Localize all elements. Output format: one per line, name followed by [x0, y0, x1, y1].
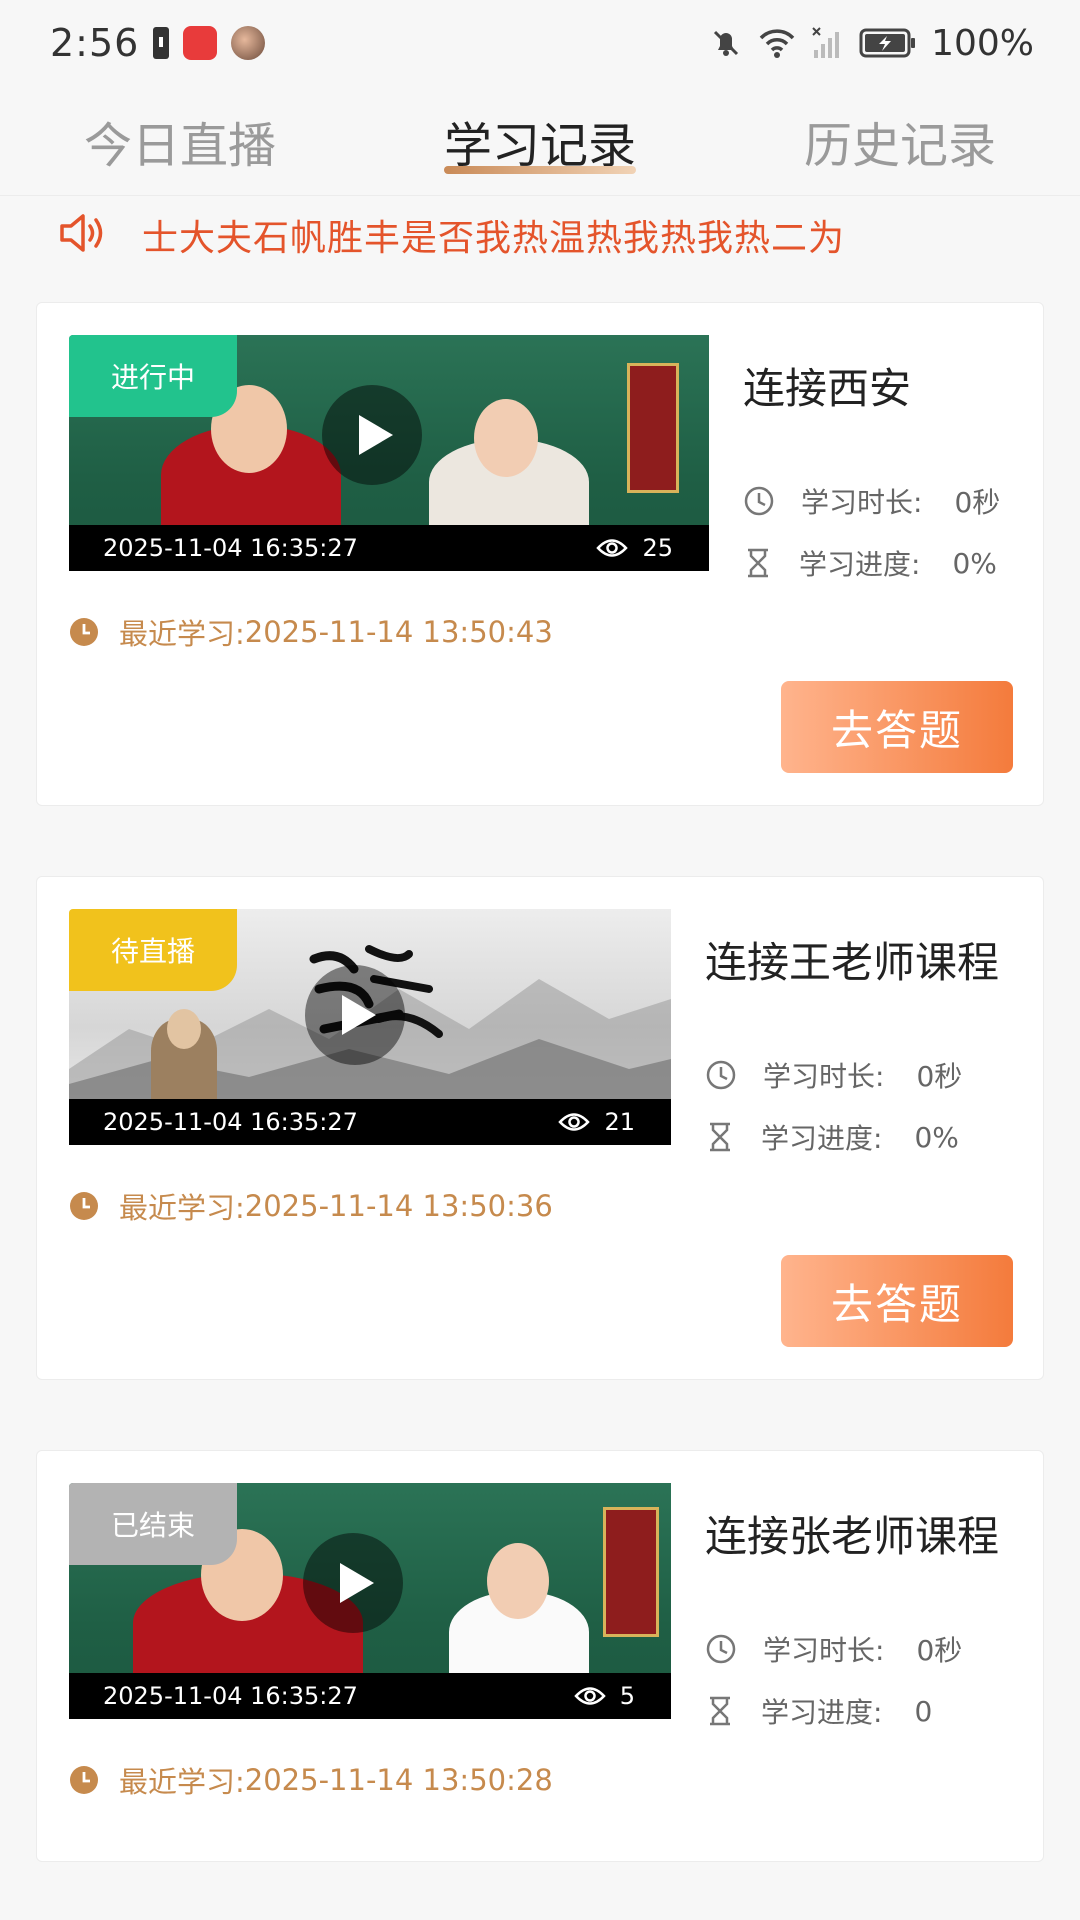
progress-label: 学习进度: [761, 1122, 883, 1155]
recent-label: 最近学习: [119, 1191, 245, 1225]
thumbnail-info-bar: 2025-11-04 16:35:27 21 [69, 1099, 671, 1145]
study-duration-row: 学习时长: 0秒 [705, 1055, 962, 1095]
active-tab-indicator [443, 165, 636, 174]
hourglass-icon [705, 1695, 735, 1727]
view-count: 5 [574, 1682, 635, 1710]
hourglass-icon [743, 547, 773, 579]
view-count-value: 5 [619, 1682, 635, 1710]
tab-today-live[interactable]: 今日直播 [64, 86, 296, 196]
recent-label: 最近学习: [119, 617, 245, 651]
presenter-head [474, 399, 538, 477]
live-date: 2025-11-04 16:35:27 [103, 534, 358, 562]
progress-value: 0 [914, 1694, 933, 1728]
course-thumbnail[interactable]: 进行中 2025-11-04 16:35:27 25 [69, 335, 709, 571]
progress-label: 学习进度: [799, 548, 921, 581]
course-title: 连接张老师课程 [705, 1512, 1000, 1561]
play-icon [342, 995, 376, 1035]
decorative-seal [627, 363, 679, 493]
course-card[interactable]: 已结束 2025-11-04 16:35:27 5 连接张老师课程 学习时长: … [36, 1450, 1044, 1862]
course-title: 连接王老师课程 [705, 938, 1000, 987]
eye-icon [574, 1685, 606, 1707]
notice-bar: 士大夫石帆胜丰是否我热温热我热我热二为 [0, 200, 1080, 270]
status-right: 100% [709, 23, 1034, 64]
study-duration-row: 学习时长: 0秒 [743, 481, 1000, 521]
notice-text: 士大夫石帆胜丰是否我热温热我热我热二为 [142, 218, 846, 259]
status-left: 2:56 [50, 21, 266, 65]
play-button[interactable] [303, 1533, 403, 1633]
recent-label: 最近学习: [119, 1765, 245, 1799]
status-badge: 已结束 [69, 1483, 237, 1565]
tab-label: 今日直播 [83, 117, 276, 174]
eye-icon [596, 537, 629, 559]
duration-value: 0秒 [916, 1634, 963, 1667]
recent-study: 最近学习: 2025-11-14 13:50:36 [69, 1185, 553, 1227]
view-count-value: 25 [642, 534, 673, 562]
course-card[interactable]: 待直播 2025-11-04 16:35:27 21 连接王老师课程 学习时长:… [36, 876, 1044, 1380]
clock-outline-icon [705, 1633, 737, 1665]
study-duration-row: 学习时长: 0秒 [705, 1629, 962, 1669]
wifi-icon [757, 26, 797, 60]
status-badge: 进行中 [69, 335, 237, 417]
mute-bell-icon [709, 26, 743, 60]
hourglass-icon [705, 1121, 735, 1153]
live-date: 2025-11-04 16:35:27 [103, 1682, 358, 1710]
duration-label: 学习时长: [801, 486, 923, 519]
status-badge: 待直播 [69, 909, 237, 991]
battery-percent: 100% [931, 22, 1034, 64]
live-date: 2025-11-04 16:35:27 [103, 1108, 358, 1136]
clock-filled-icon [69, 1191, 99, 1221]
battery-small-icon [153, 27, 170, 59]
speaker-icon [58, 211, 108, 259]
status-time: 2:56 [50, 21, 140, 65]
study-progress-row: 学习进度: 0 [705, 1691, 932, 1731]
tab-study-records[interactable]: 学习记录 [424, 86, 656, 196]
illustrated-figure-head [167, 1009, 201, 1049]
view-count: 25 [596, 534, 673, 562]
answer-button[interactable]: 去答题 [781, 1255, 1013, 1347]
thumbnail-info-bar: 2025-11-04 16:35:27 25 [69, 525, 709, 571]
recent-study: 最近学习: 2025-11-14 13:50:28 [69, 1759, 553, 1801]
play-button[interactable] [305, 965, 405, 1065]
duration-label: 学习时长: [763, 1634, 885, 1667]
tab-bar: 今日直播 学习记录 历史记录 [0, 86, 1080, 196]
battery-charging-icon [859, 28, 917, 58]
no-signal-icon [811, 26, 845, 60]
duration-value: 0秒 [916, 1060, 963, 1093]
progress-value: 0% [914, 1120, 959, 1154]
duration-label: 学习时长: [763, 1060, 885, 1093]
study-progress-row: 学习进度: 0% [705, 1117, 959, 1157]
tab-history[interactable]: 历史记录 [784, 86, 1016, 196]
presenter-head [487, 1543, 549, 1619]
tab-label: 历史记录 [803, 117, 996, 174]
decorative-seal [603, 1507, 659, 1637]
avatar-icon [231, 26, 266, 60]
study-progress-row: 学习进度: 0% [743, 543, 997, 583]
thumbnail-info-bar: 2025-11-04 16:35:27 5 [69, 1673, 671, 1719]
answer-button[interactable]: 去答题 [781, 681, 1013, 773]
progress-value: 0% [952, 546, 997, 580]
recent-time: 2025-11-14 13:50:36 [244, 1189, 553, 1223]
view-count-value: 21 [604, 1108, 635, 1136]
status-bar: 2:56 100% [0, 0, 1080, 86]
recent-study: 最近学习: 2025-11-14 13:50:43 [69, 611, 553, 653]
recent-time: 2025-11-14 13:50:28 [244, 1763, 553, 1797]
course-title: 连接西安 [743, 364, 912, 413]
duration-value: 0秒 [954, 486, 1001, 519]
course-thumbnail[interactable]: 待直播 2025-11-04 16:35:27 21 [69, 909, 671, 1145]
play-icon [340, 1563, 374, 1603]
clock-outline-icon [705, 1059, 737, 1091]
play-icon [359, 415, 393, 455]
view-count: 21 [558, 1108, 635, 1136]
clock-filled-icon [69, 617, 99, 647]
progress-label: 学习进度: [761, 1696, 883, 1729]
recent-time: 2025-11-14 13:50:43 [244, 615, 553, 649]
app-icon [183, 26, 218, 60]
clock-filled-icon [69, 1765, 99, 1795]
play-button[interactable] [322, 385, 422, 485]
clock-outline-icon [743, 485, 775, 517]
eye-icon [558, 1111, 591, 1133]
course-card[interactable]: 进行中 2025-11-04 16:35:27 25 连接西安 学习时长: 0秒… [36, 302, 1044, 806]
course-thumbnail[interactable]: 已结束 2025-11-04 16:35:27 5 [69, 1483, 671, 1719]
